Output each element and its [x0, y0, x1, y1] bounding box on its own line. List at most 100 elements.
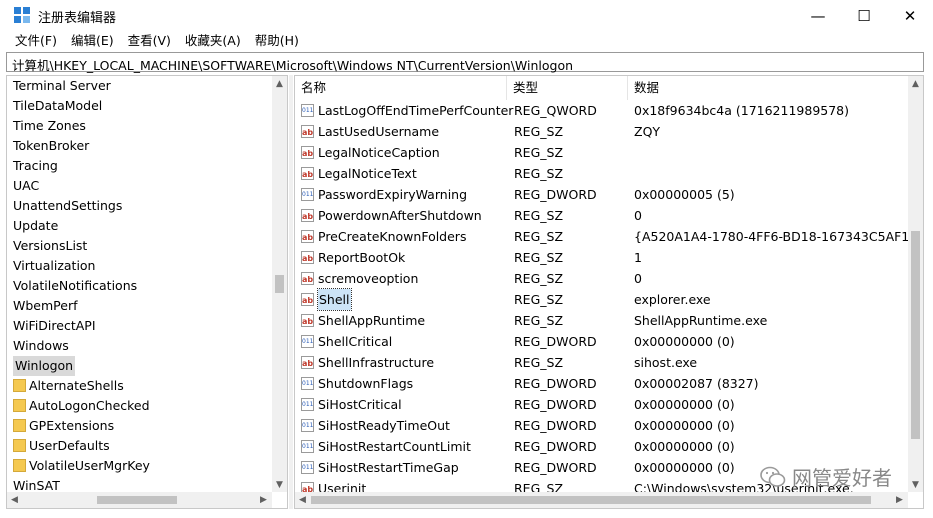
tree-vscroll-thumb[interactable] [275, 275, 284, 293]
binary-value-icon: 011 [301, 377, 314, 390]
values-hscroll-thumb[interactable] [311, 496, 871, 504]
value-type: REG_DWORD [514, 439, 597, 454]
value-name: SiHostCritical [318, 397, 402, 412]
value-name: PasswordExpiryWarning [318, 187, 468, 202]
column-header-name[interactable]: 名称 [295, 76, 507, 100]
tree-item[interactable]: Winlogon [7, 356, 274, 376]
tree-item[interactable]: UnattendSettings [7, 196, 274, 216]
tree-item[interactable]: UserDefaults [7, 436, 274, 456]
tree-hscroll-thumb[interactable] [97, 496, 177, 504]
tree-item[interactable]: WbemPerf [7, 296, 274, 316]
value-row[interactable]: 011 SiHostCritical REG_DWORD 0x00000000 (0) [295, 394, 910, 415]
scroll-left-icon[interactable]: ◀ [295, 492, 310, 507]
address-bar[interactable]: 计算机\HKEY_LOCAL_MACHINE\SOFTWARE\Microsof… [6, 52, 924, 74]
tree-item[interactable]: VolatileNotifications [7, 276, 274, 296]
tree-item[interactable]: Windows [7, 336, 274, 356]
column-header-type[interactable]: 类型 [507, 76, 628, 100]
binary-value-icon: 011 [301, 419, 314, 432]
value-row[interactable]: ab scremoveoption REG_SZ 0 [295, 268, 910, 289]
tree-item[interactable]: Tracing [7, 156, 274, 176]
value-row[interactable]: 011 LastLogOffEndTimePerfCounter REG_QWORD… [295, 100, 910, 121]
close-button[interactable]: ✕ [887, 0, 933, 31]
scroll-down-icon[interactable]: ▼ [908, 477, 923, 492]
value-data: ZQY [634, 124, 661, 139]
menu-help[interactable]: 帮助(H) [248, 31, 306, 51]
tree-item[interactable]: Terminal Server [7, 76, 274, 96]
value-row[interactable]: ab ShellAppRuntime REG_SZ ShellAppRuntime.e… [295, 310, 910, 331]
scroll-up-icon[interactable]: ▲ [908, 76, 923, 91]
tree-horizontal-scrollbar[interactable]: ◀ ▶ [7, 492, 272, 508]
value-row[interactable]: 011 ShellCritical REG_DWORD 0x00000000 (0) [295, 331, 910, 352]
value-type: REG_DWORD [514, 187, 597, 202]
tree-item-label: VersionsList [13, 238, 88, 253]
value-row[interactable]: ab PreCreateKnownFolders REG_SZ {A520A1A4-1… [295, 226, 923, 247]
tree-item[interactable]: UAC [7, 176, 274, 196]
value-row[interactable]: 011 SiHostReadyTimeOut REG_DWORD 0x00000000… [295, 415, 910, 436]
value-data: 0x18f9634bc4a (1716211989578) [634, 103, 850, 118]
value-type: REG_SZ [514, 166, 564, 181]
value-data: explorer.exe [634, 292, 711, 307]
scroll-right-icon[interactable]: ▶ [256, 492, 271, 507]
scroll-left-icon[interactable]: ◀ [7, 492, 22, 507]
watermark-text: 网管爱好者 [792, 466, 892, 490]
value-row[interactable]: ab Shell REG_SZ explorer.exe [295, 288, 910, 311]
value-row[interactable]: ab LastUsedUsername REG_SZ ZQY [295, 121, 910, 142]
values-vscroll-thumb[interactable] [911, 231, 920, 439]
tree-item[interactable]: VersionsList [7, 236, 274, 256]
value-data: 0x00000005 (5) [634, 187, 735, 202]
value-type: REG_DWORD [514, 376, 597, 391]
menu-view[interactable]: 查看(V) [121, 31, 178, 51]
column-header-data[interactable]: 数据 [628, 76, 910, 100]
scroll-down-icon[interactable]: ▼ [272, 477, 287, 492]
value-name: SiHostReadyTimeOut [318, 418, 450, 433]
maximize-button[interactable]: ☐ [841, 0, 887, 31]
value-row[interactable]: 011 ShutdownFlags REG_DWORD 0x00002087 (832… [295, 373, 910, 394]
wechat-icon [760, 466, 786, 487]
value-row[interactable]: ab LegalNoticeCaption REG_SZ [295, 142, 910, 163]
binary-value-icon: 011 [301, 398, 314, 411]
value-type: REG_DWORD [514, 418, 597, 433]
string-value-icon: ab [301, 314, 314, 327]
minimize-button[interactable]: — [795, 0, 841, 31]
tree-item[interactable]: TokenBroker [7, 136, 274, 156]
binary-value-icon: 011 [301, 440, 314, 453]
value-name: ReportBootOk [318, 250, 406, 265]
scroll-right-icon[interactable]: ▶ [892, 492, 907, 507]
tree-item[interactable]: VolatileUserMgrKey [7, 456, 274, 476]
tree-item[interactable]: AutoLogonChecked [7, 396, 274, 416]
tree-item-label: WiFiDirectAPI [13, 318, 96, 333]
menu-edit[interactable]: 编辑(E) [64, 31, 121, 51]
menu-file[interactable]: 文件(F) [0, 31, 64, 51]
value-name: Shell [317, 288, 352, 311]
value-row[interactable]: ab ShellInfrastructure REG_SZ sihost.exe [295, 352, 910, 373]
values-horizontal-scrollbar[interactable]: ◀ ▶ [295, 492, 908, 508]
value-row[interactable]: ab PowerdownAfterShutdown REG_SZ 0 [295, 205, 910, 226]
tree-item-label: AutoLogonChecked [29, 398, 150, 413]
values-vertical-scrollbar[interactable]: ▲ ▼ [908, 76, 923, 492]
value-row[interactable]: ab ReportBootOk REG_SZ 1 [295, 247, 910, 268]
binary-value-icon: 011 [301, 461, 314, 474]
tree-item[interactable]: WiFiDirectAPI [7, 316, 274, 336]
value-data: 0x00000000 (0) [634, 460, 735, 475]
string-value-icon: ab [301, 230, 314, 243]
tree-item[interactable]: GPExtensions [7, 416, 274, 436]
tree-item[interactable]: TileDataModel [7, 96, 274, 116]
tree-item[interactable]: Virtualization [7, 256, 274, 276]
tree-item-label: AlternateShells [29, 378, 124, 393]
value-row[interactable]: 011 SiHostRestartCountLimit REG_DWORD 0x000… [295, 436, 910, 457]
tree-item[interactable]: Update [7, 216, 274, 236]
address-path[interactable]: 计算机\HKEY_LOCAL_MACHINE\SOFTWARE\Microsof… [12, 55, 573, 74]
tree-vertical-scrollbar[interactable]: ▲ ▼ [272, 76, 287, 492]
tree-item[interactable]: AlternateShells [7, 376, 274, 396]
value-data: 0 [634, 271, 642, 286]
value-data: 1 [634, 250, 642, 265]
menu-favorites[interactable]: 收藏夹(A) [178, 31, 248, 51]
tree-item[interactable]: Time Zones [7, 116, 274, 136]
value-type: REG_DWORD [514, 397, 597, 412]
value-row[interactable]: ab LegalNoticeText REG_SZ [295, 163, 910, 184]
value-name: LegalNoticeText [318, 166, 417, 181]
pane-splitter[interactable] [289, 75, 293, 509]
value-row[interactable]: 011 PasswordExpiryWarning REG_DWORD 0x00000… [295, 184, 910, 205]
folder-icon [13, 459, 26, 472]
scroll-up-icon[interactable]: ▲ [272, 76, 287, 91]
